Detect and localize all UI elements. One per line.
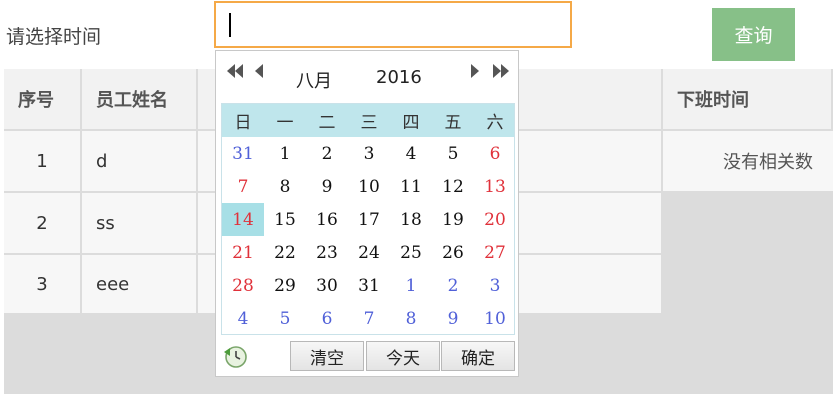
calendar-grid: 日 一 二 三 四 五 六 31 1 2 3 4 5 6 7 8 9 10 11 12 13 14 15 16 1… [221,103,515,335]
weekday-mon: 一 [276,113,294,133]
calendar-day[interactable]: 20 [474,203,516,236]
calendar-day[interactable]: 13 [474,170,516,203]
calendar-day[interactable]: 4 [222,302,264,335]
weekday-thu: 四 [402,113,420,133]
today-button[interactable]: 今天 [366,341,440,371]
calendar-day[interactable]: 29 [264,269,306,302]
calendar-day[interactable]: 10 [348,170,390,203]
calendar-day[interactable]: 7 [348,302,390,335]
calendar-day[interactable]: 6 [474,137,516,170]
calendar-day[interactable]: 21 [222,236,264,269]
header-off-work-time: 下班时间 [663,69,833,131]
table-row-2-name: ss [82,193,198,255]
calendar-day[interactable]: 28 [222,269,264,302]
calendar-day[interactable]: 25 [390,236,432,269]
calendar-day[interactable]: 8 [390,302,432,335]
weekday-tue: 二 [318,113,336,133]
calendar-day[interactable]: 6 [306,302,348,335]
calendar-day[interactable]: 12 [432,170,474,203]
calendar-day[interactable]: 26 [432,236,474,269]
calendar-nav: 八月 2016 [216,51,518,101]
calendar-day[interactable]: 27 [474,236,516,269]
calendar-day[interactable]: 22 [264,236,306,269]
calendar-day[interactable]: 2 [306,137,348,170]
calendar-day[interactable]: 31 [348,269,390,302]
header-employee-name: 员工姓名 [82,69,198,131]
table-row-1-name: d [82,131,198,193]
weekday-sat: 六 [486,113,504,133]
confirm-button[interactable]: 确定 [441,341,515,371]
weekday-header: 日 一 二 三 四 五 六 [222,104,514,137]
calendar-day[interactable]: 1 [264,137,306,170]
page-root: 请选择时间 查询 序号 员工姓名 下班时间 1 d 2 ss 3 eee 没有相… [0,0,833,394]
calendar-day[interactable]: 17 [348,203,390,236]
calendar-day[interactable]: 3 [348,137,390,170]
calendar-day[interactable]: 24 [348,236,390,269]
calendar-day[interactable]: 9 [306,170,348,203]
calendar-day[interactable]: 15 [264,203,306,236]
text-caret [229,13,231,37]
next-month-icon[interactable] [470,63,480,83]
clear-button[interactable]: 清空 [290,341,364,371]
date-picker-popup: 八月 2016 日 一 二 三 四 五 六 31 1 2 3 4 5 6 7 8 9 10 11 12 1… [215,50,519,377]
table-row-3-name: eee [82,255,198,315]
calendar-day[interactable]: 2 [432,269,474,302]
calendar-day[interactable]: 10 [474,302,516,335]
calendar-month[interactable]: 八月 [296,67,332,93]
calendar-day[interactable]: 19 [432,203,474,236]
table-row-2-index: 2 [4,193,82,255]
weekday-sun: 日 [234,113,252,133]
table-row-3-index: 3 [4,255,82,315]
date-input[interactable] [214,1,572,48]
prev-year-icon[interactable] [226,63,244,83]
calendar-day[interactable]: 23 [306,236,348,269]
calendar-day[interactable]: 7 [222,170,264,203]
calendar-day[interactable]: 30 [306,269,348,302]
table-row-1-index: 1 [4,131,82,193]
calendar-year[interactable]: 2016 [376,67,422,88]
weekday-fri: 五 [444,113,462,133]
time-select-label: 请选择时间 [6,26,102,48]
calendar-footer: 清空 今天 确定 [216,337,518,377]
calendar-day[interactable]: 11 [390,170,432,203]
calendar-day[interactable]: 9 [432,302,474,335]
calendar-day[interactable]: 5 [432,137,474,170]
clock-icon[interactable] [222,343,248,369]
calendar-day[interactable]: 3 [474,269,516,302]
calendar-day[interactable]: 31 [222,137,264,170]
empty-data-message: 没有相关数 [663,131,833,191]
query-button[interactable]: 查询 [712,8,795,61]
header-index: 序号 [4,69,82,131]
calendar-day[interactable]: 5 [264,302,306,335]
calendar-day[interactable]: 4 [390,137,432,170]
calendar-day[interactable]: 14 [222,203,264,236]
next-year-icon[interactable] [492,63,510,83]
calendar-day[interactable]: 1 [390,269,432,302]
calendar-day[interactable]: 16 [306,203,348,236]
weekday-wed: 三 [360,113,378,133]
prev-month-icon[interactable] [254,63,264,83]
calendar-day[interactable]: 8 [264,170,306,203]
calendar-day[interactable]: 18 [390,203,432,236]
